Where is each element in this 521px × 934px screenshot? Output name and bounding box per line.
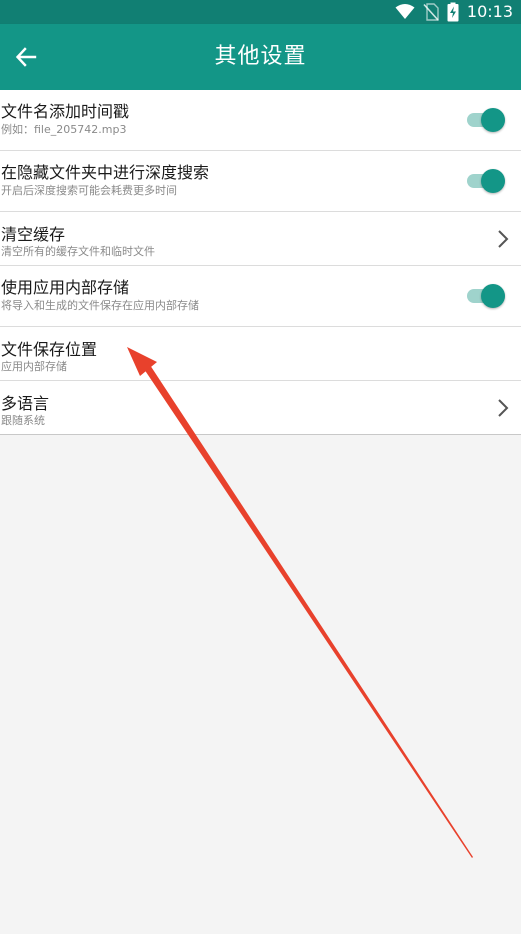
setting-save-location[interactable]: 文件保存位置 应用内部存储 [0,327,521,381]
status-icons: 10:13 [395,0,513,24]
setting-clear-cache[interactable]: 清空缓存 清空所有的缓存文件和临时文件 [0,212,521,266]
timestamp-toggle[interactable] [467,106,507,134]
toggle-thumb [481,108,505,132]
status-bar: 10:13 [0,0,521,24]
setting-subtitle: 例如：file_205742.mp3 [1,123,127,136]
app-bar: 其他设置 [0,24,521,90]
settings-list: 文件名添加时间戳 例如：file_205742.mp3 在隐藏文件夹中进行深度搜… [0,90,521,435]
battery-charging-icon [447,2,459,22]
setting-title: 在隐藏文件夹中进行深度搜索 [1,163,210,182]
toggle-thumb [481,284,505,308]
setting-internal-storage[interactable]: 使用应用内部存储 将导入和生成的文件保存在应用内部存储 [0,266,521,327]
no-sim-icon [423,3,439,21]
deep-search-toggle[interactable] [467,167,507,195]
setting-title: 使用应用内部存储 [1,278,130,297]
wifi-icon [395,4,415,19]
setting-subtitle: 应用内部存储 [1,360,67,373]
setting-subtitle: 清空所有的缓存文件和临时文件 [1,245,155,258]
setting-subtitle: 开启后深度搜索可能会耗费更多时间 [1,184,177,197]
annotation-arrow-shaft [142,362,473,858]
setting-title: 多语言 [1,394,50,413]
chevron-right-icon [498,399,509,417]
setting-language[interactable]: 多语言 跟随系统 [0,381,521,435]
setting-title: 文件名添加时间戳 [1,102,130,121]
status-time: 10:13 [466,2,513,21]
setting-subtitle: 将导入和生成的文件保存在应用内部存储 [1,299,199,312]
toggle-thumb [481,169,505,193]
setting-deep-search[interactable]: 在隐藏文件夹中进行深度搜索 开启后深度搜索可能会耗费更多时间 [0,151,521,212]
setting-subtitle: 跟随系统 [1,414,45,427]
setting-title: 文件保存位置 [1,340,98,359]
setting-title: 清空缓存 [1,225,66,244]
internal-storage-toggle[interactable] [467,282,507,310]
chevron-right-icon [498,230,509,248]
page-title: 其他设置 [214,44,307,69]
setting-filename-timestamp[interactable]: 文件名添加时间戳 例如：file_205742.mp3 [0,90,521,151]
